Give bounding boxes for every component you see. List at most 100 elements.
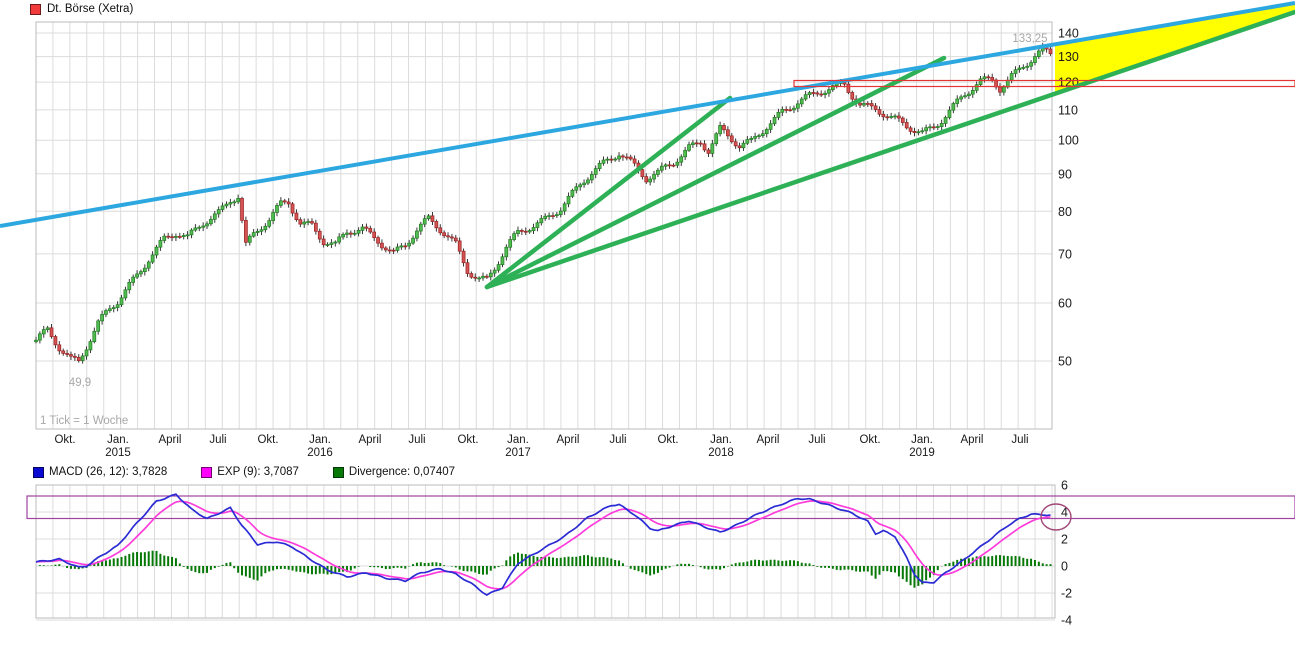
candle-body [936, 127, 939, 128]
candle-body [548, 216, 551, 217]
candle-body [668, 165, 671, 166]
candle-body [785, 109, 788, 110]
candle-body [1022, 67, 1025, 68]
candle-body [38, 334, 41, 340]
chart-canvas[interactable]: 14013012011010090807060506420-2-4Okt.Jan… [0, 0, 1295, 650]
candle-body [77, 357, 80, 360]
candle-body [198, 227, 201, 228]
candle-body [89, 342, 92, 350]
green-trendline[interactable] [487, 12, 1295, 287]
candle-body [808, 93, 811, 95]
candle-body [85, 350, 88, 356]
candle-body [482, 276, 485, 278]
price-tick-label: 60 [1058, 296, 1072, 310]
candle-body [761, 134, 764, 136]
candle-body [703, 144, 706, 150]
candle-body [462, 251, 465, 263]
candle-body [859, 103, 862, 105]
candle-body [342, 234, 345, 237]
candle-body [147, 262, 150, 268]
candle-body [431, 216, 434, 222]
candle-body [104, 311, 107, 315]
candle-body [1037, 51, 1040, 57]
candle-body [470, 274, 473, 278]
candle-body [454, 238, 457, 241]
candle-body [357, 230, 360, 233]
candle-body [493, 270, 496, 273]
candle-body [929, 127, 932, 128]
candle-body [458, 241, 461, 251]
candle-body [450, 237, 453, 238]
candle-body [598, 163, 601, 168]
candle-body [738, 146, 741, 148]
month-label: Okt. [54, 434, 75, 446]
candle-body [649, 179, 652, 182]
candle-body [241, 198, 244, 220]
candle-body [260, 230, 263, 232]
candle-body [621, 156, 624, 157]
candle-body [485, 276, 488, 277]
candle-body [707, 150, 710, 153]
candle-body [338, 237, 341, 242]
candle-body [913, 131, 916, 132]
candle-body [971, 90, 974, 94]
candle-body [680, 157, 683, 162]
candle-body [81, 356, 84, 361]
candle-body [722, 125, 725, 129]
candle-body [206, 224, 209, 226]
candle-body [256, 231, 259, 232]
green-trendline[interactable] [487, 58, 944, 287]
candle-body [715, 134, 718, 144]
candle-body [310, 221, 313, 223]
candle-body [116, 305, 119, 308]
candle-body [804, 95, 807, 99]
candle-body [645, 177, 648, 182]
candle-body [901, 118, 904, 122]
candle-body [221, 206, 224, 210]
macd-tick-label: -2 [1061, 587, 1072, 601]
month-label: April [960, 434, 983, 446]
blue-trendline[interactable] [0, 3, 1295, 226]
candle-body [478, 278, 481, 279]
candle-body [555, 215, 558, 216]
candle-body [862, 103, 865, 105]
candle-body [252, 233, 255, 237]
candle-body [754, 136, 757, 138]
price-tick-label: 90 [1058, 167, 1072, 181]
candle-body [940, 123, 943, 126]
resistance-band[interactable] [794, 81, 1295, 87]
candle-body [944, 118, 947, 124]
month-label: Juli [209, 434, 226, 446]
candle-body [1033, 57, 1036, 63]
candle-body [272, 212, 275, 220]
candle-body [905, 123, 908, 128]
month-label: Okt. [257, 434, 278, 446]
candle-body [268, 221, 271, 227]
candle-body [174, 236, 177, 237]
candle-body [447, 236, 450, 237]
candle-body [291, 204, 294, 213]
candle-body [979, 79, 982, 85]
price-tick-label: 50 [1058, 355, 1072, 369]
candle-body [439, 228, 442, 233]
candle-body [392, 250, 395, 251]
candle-body [322, 239, 325, 245]
candle-body [1018, 68, 1021, 70]
candle-body [1030, 63, 1033, 67]
candle-body [625, 157, 628, 158]
candle-body [746, 140, 749, 144]
candle-body [909, 128, 912, 132]
green-trendline[interactable] [487, 98, 730, 287]
candle-body [610, 159, 613, 160]
candle-body [299, 220, 302, 224]
low-price-label: 49,9 [69, 377, 91, 389]
candle-body [812, 93, 815, 94]
candle-body [606, 159, 609, 160]
candle-body [551, 216, 554, 217]
candle-body [54, 337, 57, 345]
candle-body [789, 110, 792, 111]
candle-body [139, 272, 142, 274]
candle-body [237, 198, 240, 201]
candle-body [952, 103, 955, 110]
candle-body [209, 219, 212, 223]
